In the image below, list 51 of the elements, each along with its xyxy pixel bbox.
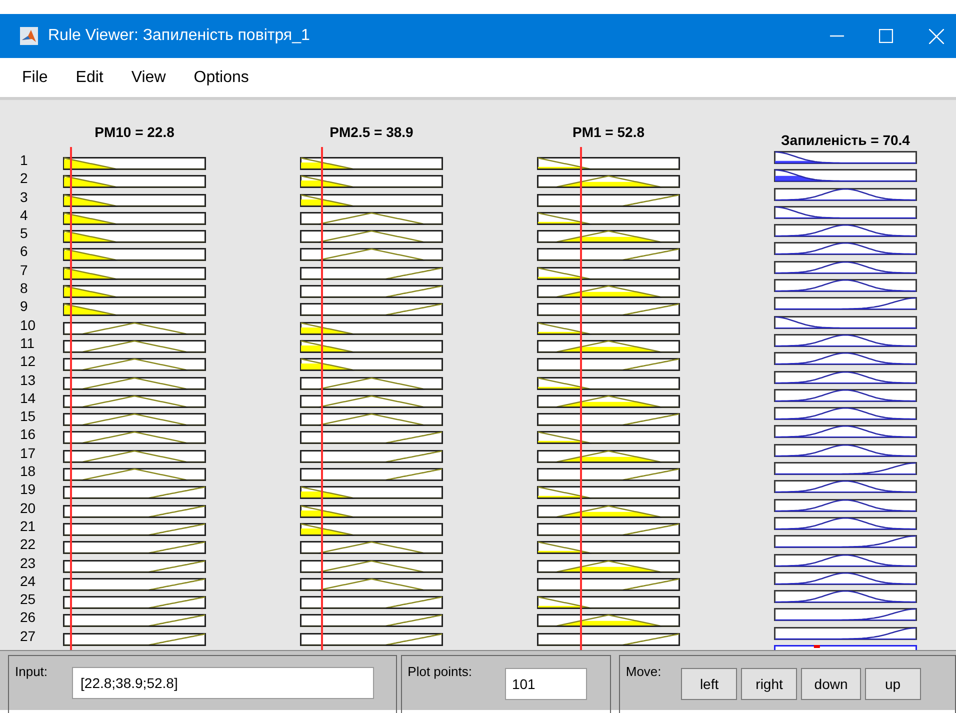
- rule-number: 1: [20, 152, 28, 168]
- rule-number: 2: [20, 170, 28, 186]
- input-line[interactable]: [321, 147, 324, 650]
- rule-number: 8: [20, 280, 28, 296]
- rule-number: 23: [20, 554, 36, 571]
- rule-number: 4: [20, 206, 28, 223]
- move-button[interactable]: left: [681, 668, 738, 700]
- variable-header: PM1 = 52.8: [572, 123, 644, 142]
- rule-number: 5: [20, 225, 28, 242]
- rule-number: 15: [20, 408, 36, 424]
- variable-header: PM2.5 = 38.9: [330, 123, 414, 142]
- move-label: Move:: [626, 663, 662, 681]
- move-button[interactable]: up: [864, 668, 921, 700]
- rule-number: 25: [20, 591, 36, 608]
- rule-number: 27: [20, 628, 36, 644]
- move-button[interactable]: right: [741, 668, 798, 700]
- rule-number: 17: [20, 444, 36, 461]
- rule-number: 18: [20, 463, 36, 480]
- rule-number: 19: [20, 481, 36, 498]
- input-field[interactable]: [22.8;38.9;52.8]: [72, 667, 374, 699]
- rule-number: 9: [20, 298, 28, 314]
- window-title: Rule Viewer: Запиленість повітря_1: [48, 26, 310, 46]
- rule-number: 12: [20, 353, 36, 370]
- menu-item[interactable]: Options: [194, 66, 249, 90]
- rule-number: 6: [20, 243, 28, 260]
- rule-number: 21: [20, 518, 36, 534]
- menu-item[interactable]: View: [131, 66, 166, 90]
- rule-number: 20: [20, 500, 36, 516]
- move-button[interactable]: down: [801, 668, 861, 700]
- variable-header: PM10 = 22.8: [94, 123, 174, 142]
- rule-number: 14: [20, 390, 36, 406]
- menu-item[interactable]: File: [22, 66, 48, 90]
- variable-header: Запиленість = 70.4: [781, 131, 910, 150]
- rule-number: 7: [20, 262, 28, 278]
- rule-number: 26: [20, 609, 36, 626]
- app-icon: [20, 27, 38, 45]
- rule-number: 24: [20, 572, 36, 589]
- rule-number: 22: [20, 536, 36, 552]
- plot-points-field[interactable]: 101: [504, 668, 587, 700]
- input-line[interactable]: [70, 147, 72, 650]
- rule-number: 16: [20, 426, 36, 442]
- rule-number: 13: [20, 372, 36, 388]
- rule-number: 10: [20, 316, 36, 333]
- close-icon[interactable]: [929, 28, 944, 44]
- rule-number: 3: [20, 188, 28, 205]
- input-line[interactable]: [580, 147, 582, 650]
- input-label: Input:: [15, 663, 48, 681]
- rule-number: 11: [20, 334, 35, 351]
- plot-points-label: Plot points:: [408, 663, 472, 681]
- maximize-icon[interactable]: [879, 29, 893, 43]
- menu-item[interactable]: Edit: [76, 66, 104, 90]
